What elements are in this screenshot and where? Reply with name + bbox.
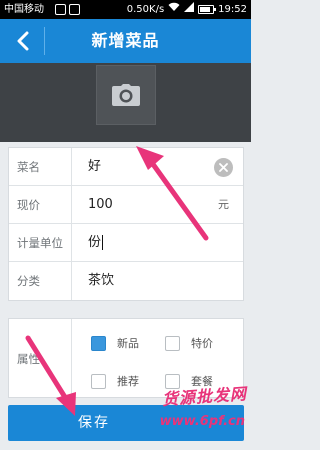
clear-input-button[interactable] [214, 158, 233, 177]
price-row: 现价 100 元 [9, 186, 243, 224]
unit-row: 计量单位 份 [9, 224, 243, 262]
nav-bar: 新增菜品 [0, 19, 251, 63]
price-input[interactable]: 100 [88, 186, 113, 224]
wifi-icon [168, 0, 180, 19]
option-recommend[interactable]: 推荐 [91, 373, 139, 389]
checkbox[interactable] [165, 335, 180, 351]
category-select[interactable]: 茶饮 [88, 262, 114, 300]
option-new[interactable]: 新品 [91, 335, 139, 351]
attributes-label: 属性 [9, 319, 72, 399]
category-row: 分类 茶饮 [9, 262, 243, 300]
page-title: 新增菜品 [91, 31, 160, 50]
dish-name-row: 菜名 好 [9, 148, 243, 186]
add-photo-button[interactable] [96, 65, 156, 125]
carrier-name: 中国移动 [4, 4, 44, 15]
text-cursor [102, 235, 104, 250]
status-right: 0.50K/s 19:52 [127, 0, 247, 19]
net-speed: 0.50K/s [126, 4, 165, 15]
checkbox[interactable] [165, 373, 180, 389]
option-label: 特价 [191, 337, 213, 350]
status-bar: 中国移动 0.50K/s 19:52 [0, 0, 251, 19]
clock: 19:52 [218, 4, 247, 15]
unit-input[interactable]: 份 [88, 224, 104, 262]
close-icon [219, 163, 228, 172]
notification-icons [55, 4, 80, 15]
field-label: 分类 [9, 262, 72, 300]
option-label: 新品 [117, 337, 139, 350]
battery-icon [198, 5, 217, 14]
option-special-price[interactable]: 特价 [165, 335, 213, 351]
checkbox[interactable] [91, 373, 106, 389]
option-label: 推荐 [117, 375, 139, 388]
unit-input-text: 份 [88, 235, 102, 250]
watermark-url: www.6pf.cn [159, 414, 245, 429]
photo-area [0, 63, 251, 142]
dish-name-input[interactable]: 好 [88, 148, 101, 186]
app-screen: 中国移动 0.50K/s 19:52 新增菜品 菜名 好 现价 100 元 计量… [0, 0, 251, 450]
image-notification-icon [69, 4, 80, 15]
field-label: 现价 [9, 186, 72, 224]
dish-form: 菜名 好 现价 100 元 计量单位 份 分类 茶饮 [8, 147, 244, 301]
field-label: 菜名 [9, 148, 72, 186]
signal-icon [184, 0, 195, 19]
field-label: 计量单位 [9, 224, 72, 262]
price-unit: 元 [218, 198, 229, 211]
checkbox-checked[interactable] [91, 335, 106, 351]
camera-icon [112, 84, 140, 106]
notification-icon [55, 4, 66, 15]
